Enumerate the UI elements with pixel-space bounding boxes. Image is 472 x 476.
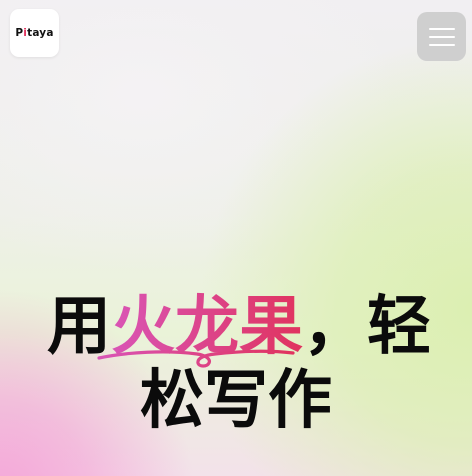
hero-headline: 用火龙果 ，轻 松写作 [0,290,472,438]
menu-bar-bottom [428,43,455,46]
logo-text: Pitaya [15,27,54,39]
hamburger-menu-button[interactable] [417,12,466,61]
headline-line-1: 用火龙果 ，轻 [0,290,472,368]
headline-line-2: 松写作 [140,364,332,438]
headline-highlight-wrap: 火龙果 [97,290,303,368]
headline-suffix: ，轻 [303,290,431,364]
menu-bar-middle [428,35,455,38]
pitaya-logo[interactable]: Pitaya [10,9,59,57]
menu-bar-top [428,27,455,30]
squiggle-underline-icon [97,349,295,368]
